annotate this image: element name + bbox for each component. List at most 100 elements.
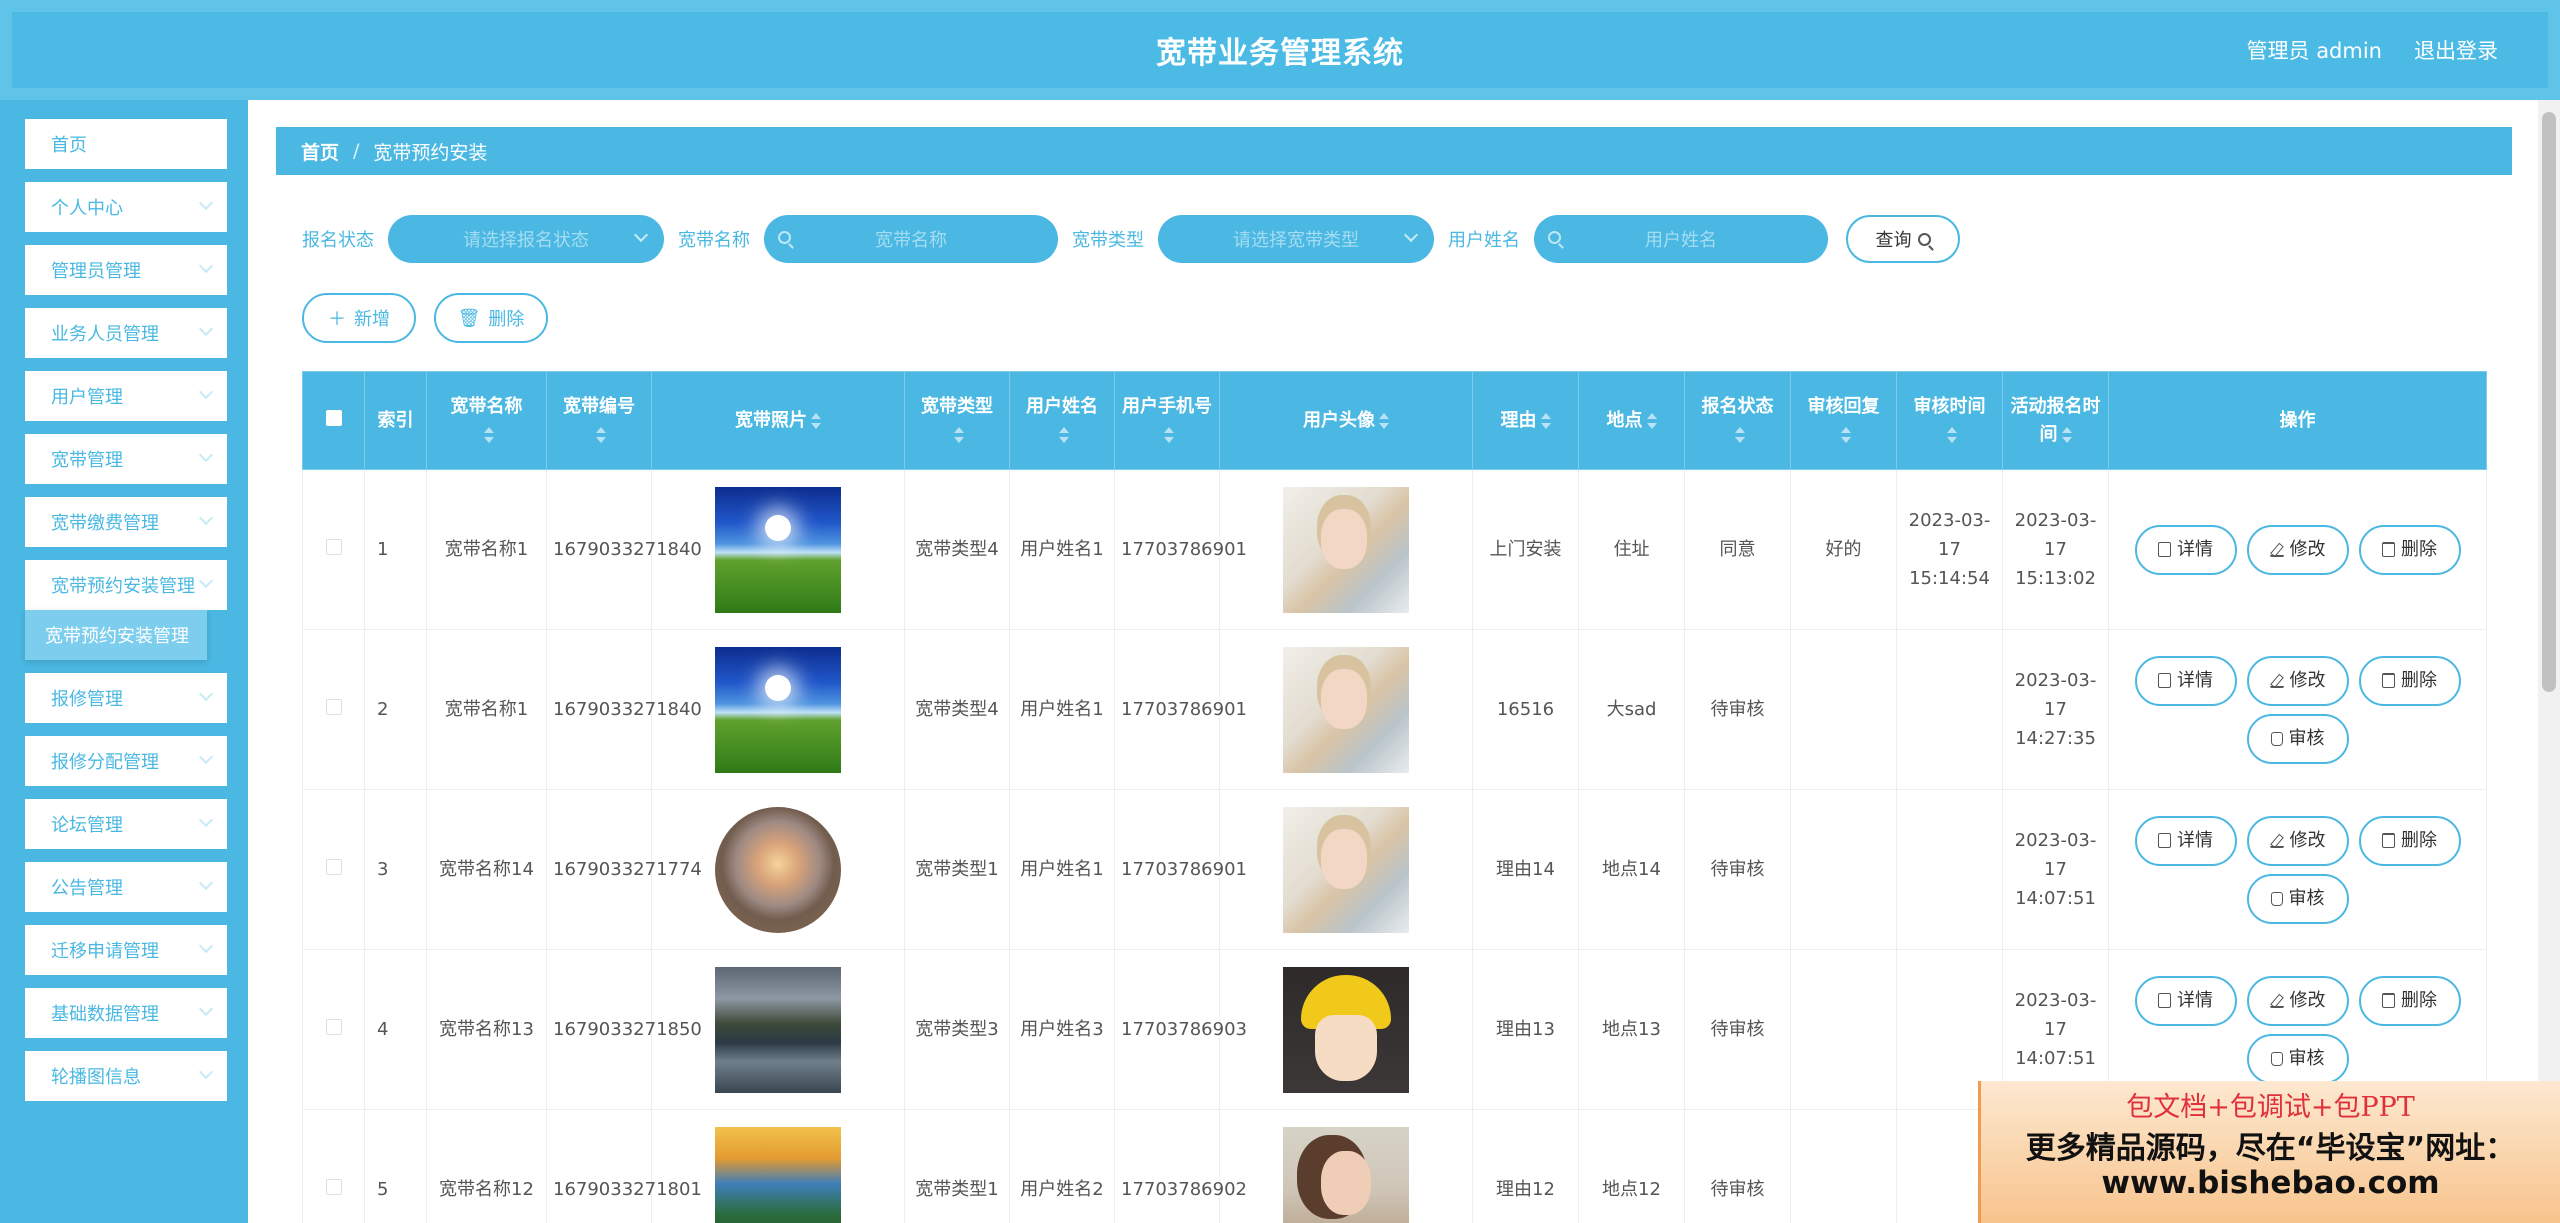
row-select-cell[interactable] <box>302 469 365 630</box>
sidebar-item-home[interactable]: 首页 <box>25 119 227 169</box>
sort-icon[interactable] <box>483 426 494 444</box>
logout-link[interactable]: 退出登录 <box>2414 35 2498 65</box>
sort-icon[interactable] <box>1734 426 1745 444</box>
sidebar-item-basic-data-mgmt[interactable]: 基础数据管理 <box>25 988 227 1038</box>
sidebar-item-repair-mgmt[interactable]: 报修管理 <box>25 673 227 723</box>
sort-icon[interactable] <box>1840 426 1851 444</box>
sidebar-item-personal-center[interactable]: 个人中心 <box>25 182 227 232</box>
column-header[interactable]: 审核回复 <box>1790 371 1897 470</box>
row-checkbox[interactable] <box>325 1019 342 1035</box>
type-select[interactable]: 请选择宽带类型 <box>1158 215 1434 263</box>
user-avatar[interactable] <box>1283 486 1409 613</box>
row-select-cell[interactable] <box>302 949 365 1110</box>
cell-broadband-name: 宽带名称1 <box>426 469 547 630</box>
edit-button[interactable]: 修改 <box>2246 975 2349 1026</box>
column-header[interactable]: 用户头像 <box>1219 371 1473 470</box>
sort-icon[interactable] <box>954 426 964 444</box>
user-avatar[interactable] <box>1283 966 1409 1093</box>
cell-reason: 理由13 <box>1472 949 1579 1110</box>
sort-icon[interactable] <box>1946 426 1957 444</box>
name-search-input[interactable]: 宽带名称 <box>764 215 1058 263</box>
sidebar-item-notice-mgmt[interactable]: 公告管理 <box>25 862 227 912</box>
column-header[interactable]: 用户姓名 <box>1009 371 1115 470</box>
delete-button[interactable]: 删除 <box>2358 655 2461 706</box>
column-header[interactable]: 宽带名称 <box>426 371 547 470</box>
sidebar-subitem-install-booking[interactable]: 宽带预约安装管理 <box>25 610 207 660</box>
column-header[interactable]: 理由 <box>1472 371 1579 470</box>
sidebar-item-payment-mgmt[interactable]: 宽带缴费管理 <box>25 497 227 547</box>
breadcrumb-home[interactable]: 首页 <box>301 138 339 165</box>
breadcrumb: 首页 / 宽带预约安装 <box>276 127 2512 175</box>
cell-signup-time: 2023-03-17 15:13:02 <box>2002 469 2109 630</box>
chevron-down-icon <box>1403 227 1419 243</box>
cell-broadband-name: 宽带名称13 <box>426 949 547 1110</box>
column-header[interactable]: 用户手机号 <box>1114 371 1220 470</box>
row-select-cell[interactable] <box>302 1109 365 1223</box>
column-header[interactable]: 活动报名时间 <box>2002 371 2109 470</box>
sidebar-item-broadband-mgmt[interactable]: 宽带管理 <box>25 434 227 484</box>
detail-button[interactable]: 详情 <box>2134 815 2237 866</box>
sort-icon[interactable] <box>1059 426 1069 444</box>
broadband-photo[interactable] <box>715 966 841 1093</box>
column-header[interactable]: 审核时间 <box>1896 371 2003 470</box>
sidebar-item-staff-mgmt[interactable]: 业务人员管理 <box>25 308 227 358</box>
sort-icon[interactable] <box>1646 412 1657 430</box>
search-filters: 报名状态 请选择报名状态 宽带名称 宽带名称 宽带类型 请选择宽带类型 用户姓名… <box>302 214 1960 264</box>
column-header[interactable]: 地点 <box>1578 371 1685 470</box>
review-button[interactable]: 审核 <box>2246 713 2349 764</box>
column-header[interactable]: 报名状态 <box>1684 371 1791 470</box>
sort-icon[interactable] <box>596 426 606 444</box>
broadband-photo[interactable] <box>715 806 841 933</box>
sidebar-item-repair-assign-mgmt[interactable]: 报修分配管理 <box>25 736 227 786</box>
review-button[interactable]: 审核 <box>2246 873 2349 924</box>
scrollbar-thumb[interactable] <box>2542 112 2556 692</box>
column-header[interactable]: 宽带编号 <box>546 371 652 470</box>
status-select[interactable]: 请选择报名状态 <box>388 215 664 263</box>
review-button[interactable]: 审核 <box>2246 1033 2349 1084</box>
edit-button[interactable]: 修改 <box>2246 655 2349 706</box>
sidebar-item-forum-mgmt[interactable]: 论坛管理 <box>25 799 227 849</box>
sort-icon[interactable] <box>1540 412 1551 430</box>
row-checkbox[interactable] <box>325 539 342 555</box>
edit-button[interactable]: 修改 <box>2246 815 2349 866</box>
row-checkbox[interactable] <box>325 699 342 715</box>
sidebar-item-migration-mgmt[interactable]: 迁移申请管理 <box>25 925 227 975</box>
row-checkbox[interactable] <box>325 1179 342 1195</box>
detail-button[interactable]: 详情 <box>2134 655 2237 706</box>
column-header[interactable]: 宽带类型 <box>904 371 1010 470</box>
sort-icon[interactable] <box>1379 412 1389 430</box>
delete-button[interactable]: 删除 <box>2358 975 2461 1026</box>
delete-button[interactable]: 删除 <box>2358 524 2461 575</box>
sidebar-item-admin-mgmt[interactable]: 管理员管理 <box>25 245 227 295</box>
query-button[interactable]: 查询 <box>1846 215 1960 263</box>
edit-button[interactable]: 修改 <box>2246 524 2349 575</box>
broadband-photo[interactable] <box>715 486 841 613</box>
user-avatar[interactable] <box>1283 1126 1409 1223</box>
current-user: 管理员 admin <box>2246 39 2382 63</box>
column-header[interactable]: 宽带照片 <box>651 371 905 470</box>
user-avatar[interactable] <box>1283 646 1409 773</box>
cell-broadband-photo <box>651 1109 905 1223</box>
sidebar-item-carousel-info[interactable]: 轮播图信息 <box>25 1051 227 1101</box>
sort-icon[interactable] <box>2061 426 2072 444</box>
add-button[interactable]: ＋ 新增 <box>302 293 416 343</box>
broadband-photo[interactable] <box>715 1126 841 1223</box>
sidebar-item-install-booking-mgmt[interactable]: 宽带预约安装管理 <box>25 560 227 610</box>
row-select-cell[interactable] <box>302 789 365 950</box>
select-all-checkbox[interactable] <box>325 409 342 426</box>
sort-icon[interactable] <box>811 412 821 430</box>
batch-delete-button[interactable]: 🗑 删除 <box>434 293 548 343</box>
sort-icon[interactable] <box>1164 426 1174 444</box>
detail-button[interactable]: 详情 <box>2134 524 2237 575</box>
broadband-photo[interactable] <box>715 646 841 773</box>
user-avatar[interactable] <box>1283 806 1409 933</box>
sidebar-item-user-mgmt[interactable]: 用户管理 <box>25 371 227 421</box>
row-checkbox[interactable] <box>325 859 342 875</box>
delete-button[interactable]: 删除 <box>2358 815 2461 866</box>
select-all-header[interactable] <box>302 371 365 470</box>
user-search-input[interactable]: 用户姓名 <box>1534 215 1828 263</box>
detail-button[interactable]: 详情 <box>2134 975 2237 1026</box>
vertical-scrollbar[interactable] <box>2538 100 2560 1223</box>
row-select-cell[interactable] <box>302 629 365 790</box>
cell-reason: 上门安装 <box>1472 469 1579 630</box>
